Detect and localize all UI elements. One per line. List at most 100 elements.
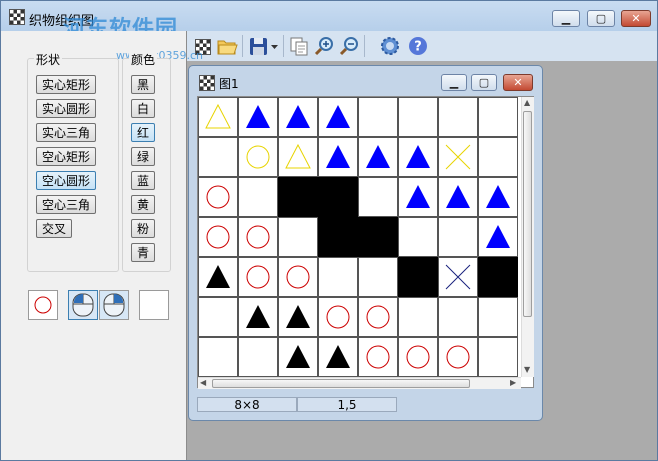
grid-cell[interactable] [198, 97, 238, 137]
grid-cell[interactable] [238, 337, 278, 377]
grid-cell[interactable] [278, 257, 318, 297]
grid-cell[interactable] [198, 217, 238, 257]
zoom-in-icon[interactable] [313, 35, 335, 57]
horizontal-scroll-thumb[interactable] [212, 379, 470, 388]
grid-cell[interactable] [238, 217, 278, 257]
grid-cell[interactable] [438, 337, 478, 377]
grid-cell[interactable] [238, 177, 278, 217]
dropdown-arrow-icon[interactable] [270, 35, 280, 57]
help-icon[interactable]: ? [407, 35, 429, 57]
grid-cell[interactable] [398, 177, 438, 217]
grid-cell[interactable] [318, 137, 358, 177]
grid-cell[interactable] [198, 137, 238, 177]
grid-cell[interactable] [478, 97, 518, 137]
grid-cell[interactable] [478, 137, 518, 177]
color-button-red[interactable]: 红 [131, 123, 155, 142]
save-icon[interactable] [248, 35, 270, 57]
grid-cell[interactable] [318, 257, 358, 297]
grid-cell[interactable] [478, 337, 518, 377]
grid-cell[interactable] [398, 297, 438, 337]
color-button-white[interactable]: 白 [131, 99, 155, 118]
grid-cell[interactable] [358, 257, 398, 297]
color-button-cyan[interactable]: 青 [131, 243, 155, 262]
shape-button-hollow-triangle[interactable]: 空心三角 [36, 195, 96, 214]
shape-button-hollow-circle[interactable]: 空心圆形 [36, 171, 96, 190]
grid-cell[interactable] [398, 257, 438, 297]
scroll-up-icon[interactable]: ▲ [524, 98, 530, 108]
grid-cell[interactable] [278, 297, 318, 337]
grid-cell[interactable] [238, 137, 278, 177]
grid-cell[interactable] [318, 177, 358, 217]
grid-cell[interactable] [318, 217, 358, 257]
vertical-scroll-thumb[interactable] [523, 111, 532, 317]
grid-cell[interactable] [198, 177, 238, 217]
color-button-pink[interactable]: 粉 [131, 219, 155, 238]
grid-cell[interactable] [238, 97, 278, 137]
grid-cell[interactable] [438, 177, 478, 217]
color-button-yellow[interactable]: 黄 [131, 195, 155, 214]
grid-cell[interactable] [358, 97, 398, 137]
color-button-blue[interactable]: 蓝 [131, 171, 155, 190]
grid-cell[interactable] [438, 137, 478, 177]
left-mouse-icon[interactable] [68, 290, 98, 320]
shape-button-hollow-rect[interactable]: 空心矩形 [36, 147, 96, 166]
grid-cell[interactable] [318, 297, 358, 337]
grid-cell[interactable] [358, 297, 398, 337]
grid-cell[interactable] [398, 97, 438, 137]
grid-cell[interactable] [398, 337, 438, 377]
scroll-right-icon[interactable]: ▶ [510, 378, 516, 388]
scroll-down-icon[interactable]: ▼ [524, 365, 530, 375]
grid-cell[interactable] [438, 97, 478, 137]
grid-cell[interactable] [478, 297, 518, 337]
current-color-preview [139, 290, 169, 320]
grid-cell[interactable] [278, 337, 318, 377]
grid-cell[interactable] [278, 217, 318, 257]
shape-button-solid-circle[interactable]: 实心圆形 [36, 99, 96, 118]
grid-cell[interactable] [478, 257, 518, 297]
grid-cell[interactable] [438, 257, 478, 297]
grid-cell[interactable] [238, 297, 278, 337]
grid-cell[interactable] [358, 137, 398, 177]
folder-open-icon[interactable] [216, 35, 238, 57]
color-button-green[interactable]: 绿 [131, 147, 155, 166]
horizontal-scrollbar[interactable]: ◀ ▶ [198, 377, 521, 389]
grid-cell[interactable] [398, 217, 438, 257]
grid-cell[interactable] [278, 137, 318, 177]
grid-cell[interactable] [198, 257, 238, 297]
current-shape-preview [28, 290, 58, 320]
scroll-left-icon[interactable]: ◀ [200, 378, 206, 388]
child-close-button[interactable]: ✕ [503, 74, 533, 91]
close-button[interactable]: ✕ [621, 10, 651, 27]
child-maximize-button[interactable]: ▢ [471, 74, 497, 91]
grid-cell[interactable] [278, 97, 318, 137]
grid-cell[interactable] [358, 217, 398, 257]
color-button-black[interactable]: 黑 [131, 75, 155, 94]
grid-cell[interactable] [198, 337, 238, 377]
grid-cell[interactable] [438, 297, 478, 337]
grid-cell[interactable] [358, 337, 398, 377]
grid-cell[interactable] [398, 137, 438, 177]
right-mouse-icon[interactable] [99, 290, 129, 320]
grid-cell[interactable] [198, 297, 238, 337]
grid-cell[interactable] [478, 177, 518, 217]
grid-cell[interactable] [278, 177, 318, 217]
child-minimize-button[interactable]: ▁ [441, 74, 467, 91]
shape-button-solid-triangle[interactable]: 实心三角 [36, 123, 96, 142]
grid-cell[interactable] [238, 257, 278, 297]
weave-grid[interactable] [198, 97, 521, 377]
weave-canvas-frame: ▲ ▼ ◀ ▶ [197, 96, 534, 389]
vertical-scrollbar[interactable]: ▲ ▼ [521, 97, 534, 377]
grid-cell[interactable] [438, 217, 478, 257]
zoom-out-icon[interactable] [338, 35, 360, 57]
shape-button-cross[interactable]: 交叉 [36, 219, 72, 238]
grid-cell[interactable] [318, 337, 358, 377]
grid-cell[interactable] [318, 97, 358, 137]
settings-gear-icon[interactable] [379, 35, 401, 57]
title-bar[interactable]: 织物组织图 河东软件园 ▁ ▢ ✕ [1, 1, 657, 42]
minimize-button[interactable]: ▁ [552, 10, 580, 27]
copy-icon[interactable] [288, 35, 310, 57]
grid-cell[interactable] [478, 217, 518, 257]
maximize-button[interactable]: ▢ [587, 10, 615, 27]
grid-cell[interactable] [358, 177, 398, 217]
shape-button-solid-rect[interactable]: 实心矩形 [36, 75, 96, 94]
